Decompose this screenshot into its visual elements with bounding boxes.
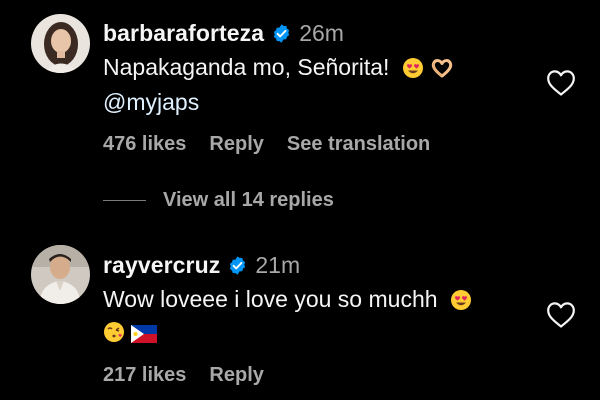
comment-text: Wow loveee i love you so muchh [103, 283, 472, 316]
likes-count[interactable]: 217 likes [103, 364, 186, 387]
avatar[interactable] [31, 245, 90, 304]
comment-actions: 476 likes Reply See translation [103, 133, 430, 156]
comment-time: 21m [255, 252, 301, 278]
comment-time: 26m [299, 20, 344, 46]
heart-outline-icon[interactable] [546, 69, 576, 97]
verified-badge-icon [274, 24, 290, 43]
heart-hands-emoji-icon [431, 59, 453, 78]
verified-badge-icon [230, 256, 246, 275]
heart-eyes-emoji-icon [450, 290, 471, 310]
username[interactable]: rayvercruz [103, 252, 220, 279]
heart-outline-icon[interactable] [546, 301, 576, 329]
kiss-emoji-icon [104, 322, 124, 342]
philippines-flag-icon [131, 325, 158, 343]
comment-emoji-line [103, 315, 158, 348]
comment-text-line: Wow loveee i love you so muchh [103, 286, 438, 312]
mention-link[interactable]: @myjaps [103, 86, 199, 119]
view-replies-button[interactable]: View all 14 replies [103, 189, 334, 212]
avatar[interactable] [31, 14, 90, 73]
reply-button[interactable]: Reply [209, 133, 263, 156]
comment-text: Napakaganda mo, Señorita! [103, 51, 454, 84]
reply-button[interactable]: Reply [209, 364, 263, 387]
username[interactable]: barbaraforteza [103, 20, 264, 47]
comment-text-line: Napakaganda mo, Señorita! [103, 54, 390, 80]
comment-actions: 217 likes Reply [103, 364, 264, 387]
view-replies-label[interactable]: View all 14 replies [163, 189, 334, 212]
likes-count[interactable]: 476 likes [103, 133, 186, 156]
see-translation-button[interactable]: See translation [287, 133, 430, 156]
replies-divider [103, 200, 146, 201]
heart-eyes-emoji-icon [402, 58, 423, 78]
